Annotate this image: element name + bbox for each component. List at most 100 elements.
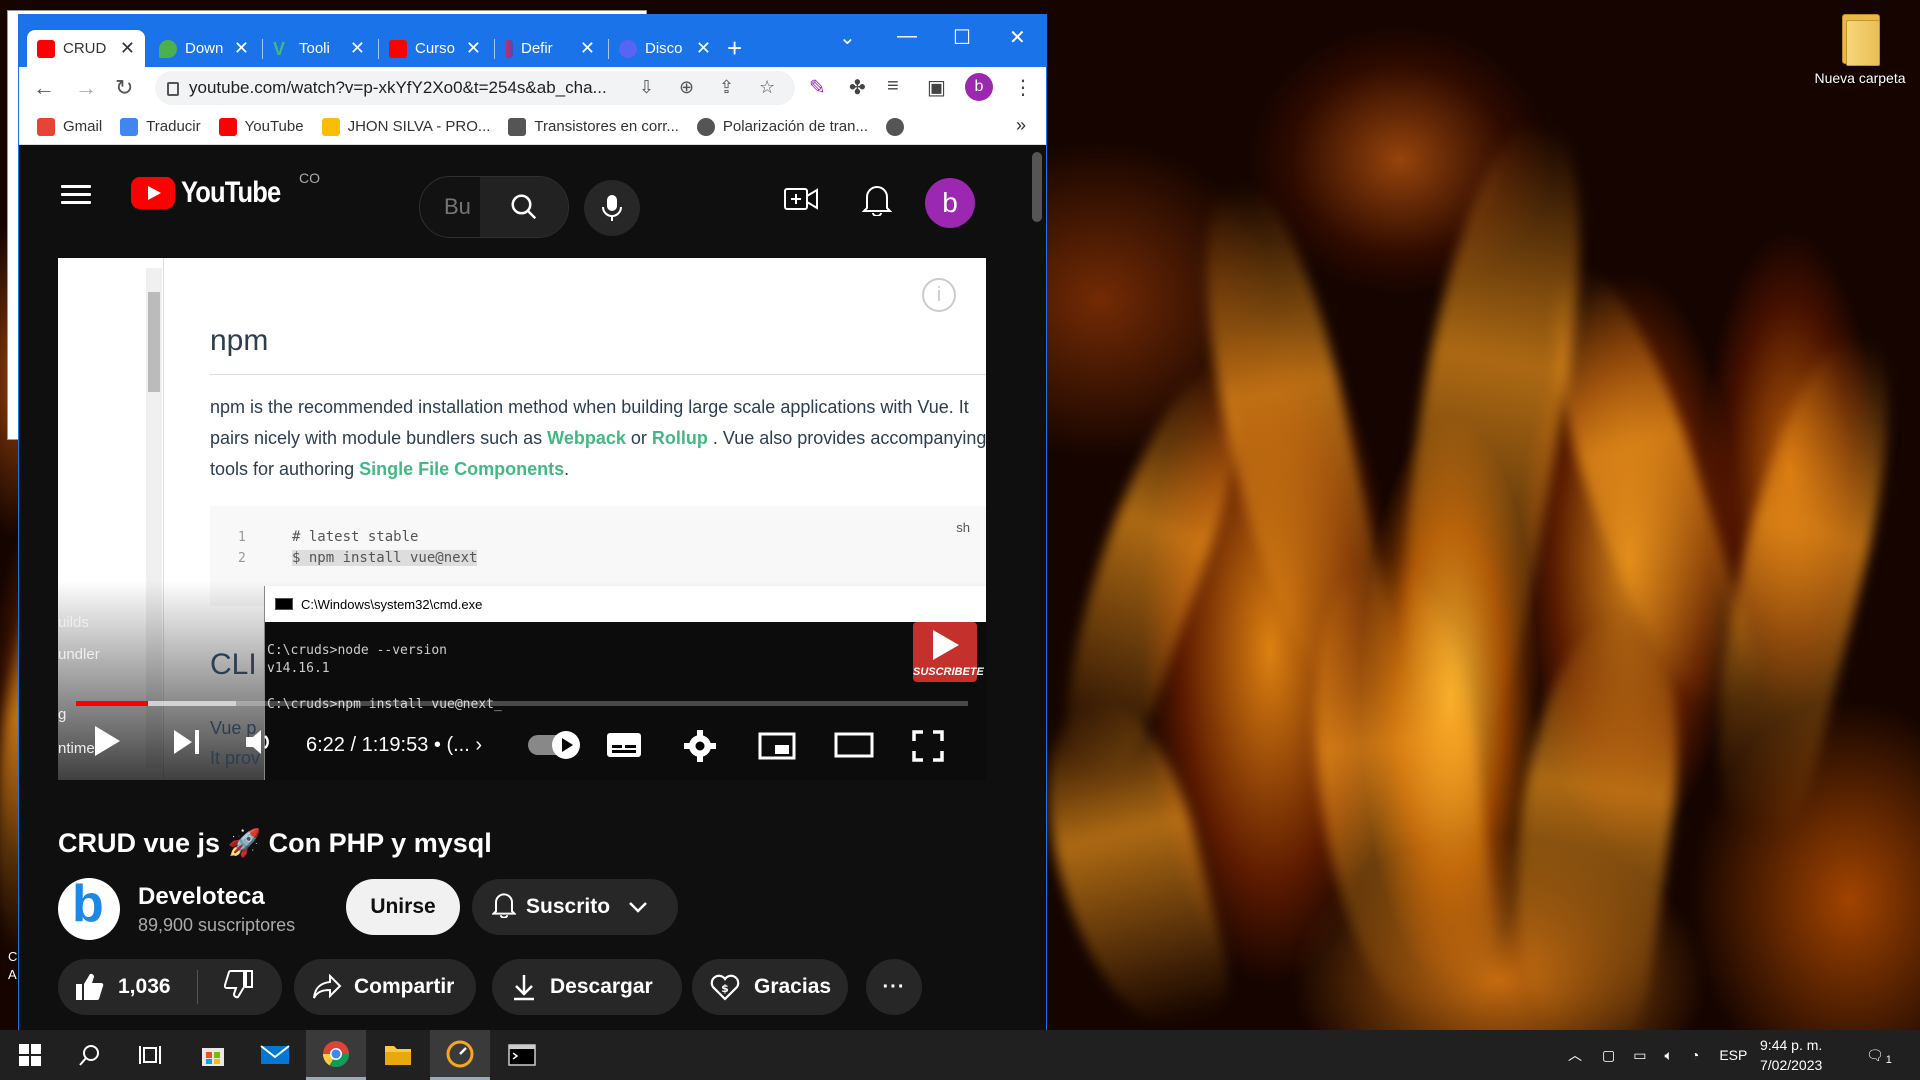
taskbar-mail[interactable] [245,1030,305,1080]
install-icon[interactable]: ⇩ [639,77,654,98]
subscribed-label: Suscrito [526,895,611,918]
video-progress-bar[interactable] [76,701,968,706]
store-icon [202,1048,224,1066]
join-button[interactable]: Unirse [346,879,460,935]
bookmark-traducir[interactable]: Traducir [120,117,201,136]
channel-name[interactable]: Develoteca [138,883,295,911]
search-input[interactable] [420,177,480,237]
bookmark-jhon-silva[interactable]: JHON SILVA - PRO... [321,117,490,136]
sidebar-fragment: uilds [58,614,89,631]
more-actions-button[interactable]: ··· [866,959,922,1015]
page-scrollbar[interactable] [1032,152,1042,222]
voice-search-button[interactable] [584,180,640,236]
close-tab-icon[interactable]: ✕ [580,38,595,59]
clock[interactable]: 9:44 p. m. 7/02/2023 [1760,1035,1822,1075]
download-button[interactable]: Descargar [492,959,682,1015]
new-tab-button[interactable]: + [727,35,742,61]
autoplay-toggle[interactable] [528,731,580,759]
volume-icon[interactable]: 🔈︎ [1664,1047,1672,1064]
close-tab-icon[interactable]: ✕ [696,38,711,59]
extension-pen-icon[interactable]: ✎ [809,75,826,100]
bookmark-polarizacion[interactable]: Polarización de tran... [696,117,868,136]
close-tab-icon[interactable]: ✕ [350,38,365,59]
settings-button[interactable]: HD [684,730,716,767]
extensions-puzzle-icon[interactable]: ✤ [849,75,866,100]
search-button[interactable] [480,177,568,237]
side-panel-icon[interactable]: ▣ [927,75,946,100]
maximize-button[interactable]: ☐ [953,25,971,50]
taskbar-app-orange[interactable] [430,1030,490,1080]
youtube-logo[interactable]: YouTube CO [131,170,320,210]
bookmark-globe[interactable] [885,117,904,136]
meet-now-icon[interactable]: ▢ [1602,1047,1615,1064]
notifications-bell-icon[interactable] [861,182,893,221]
chapter-text[interactable]: • (... [434,734,470,756]
search-button[interactable] [60,1030,120,1080]
play-button[interactable] [92,724,122,763]
close-window-button[interactable]: ✕ [1009,25,1026,50]
info-icon[interactable]: i [922,278,956,312]
fullscreen-button[interactable] [912,730,944,767]
tab-disco[interactable]: Disco ✕ [609,30,721,67]
theater-mode-button[interactable] [834,732,874,763]
minimize-button[interactable]: — [897,25,917,48]
volume-button[interactable] [244,728,274,761]
tab-search-icon[interactable]: ⌄ [839,25,856,50]
reload-icon[interactable]: ↻ [115,75,133,101]
menu-kebab-icon[interactable]: ⋮ [1013,75,1033,100]
subscribe-badge[interactable]: SUSCRIBETE [913,622,984,682]
bookmark-transistores[interactable]: Transistores en corr... [508,117,679,136]
next-button[interactable] [172,728,202,761]
notification-center-button[interactable]: 🗨︎ 1 [1866,1030,1892,1080]
taskbar-chrome[interactable] [306,1030,366,1080]
network-icon[interactable]: ◔ [1691,1047,1699,1063]
start-button[interactable] [0,1030,60,1080]
like-button[interactable]: 1,036 [74,972,171,1002]
tab-defir[interactable]: Defir ✕ [495,30,605,67]
subscribed-button[interactable]: Suscrito [472,879,678,935]
taskbar-cmd[interactable] [492,1030,552,1080]
youtube-page: YouTube CO b npm npm is the recom [19,146,1046,1030]
close-tab-icon[interactable]: ✕ [234,38,249,59]
thanks-button[interactable]: $ Gracias [692,959,848,1015]
task-view-button[interactable] [120,1030,180,1080]
tab-crud[interactable]: CRUD ✕ [27,30,145,67]
miniplayer-button[interactable] [758,732,796,765]
media-queue-icon[interactable]: ≡ [887,75,899,98]
desktop-folder-nueva-carpeta[interactable]: Nueva carpeta [1800,8,1920,88]
bookmark-gmail[interactable]: Gmail [37,117,102,136]
zoom-icon[interactable]: ⊕ [679,77,694,98]
create-video-icon[interactable] [784,186,818,217]
tab-tooli[interactable]: V Tooli ✕ [263,30,375,67]
account-avatar[interactable]: b [925,178,975,228]
profile-avatar[interactable]: b [965,73,993,101]
channel-avatar[interactable] [58,874,120,940]
bookmark-star-icon[interactable]: ☆ [759,77,775,98]
docs-paragraph: npm is the recommended installation meth… [210,397,986,479]
bookmarks-overflow-button[interactable]: » [1016,115,1026,136]
battery-icon[interactable]: ▭ [1633,1047,1646,1064]
menu-hamburger-icon[interactable] [61,180,91,209]
taskbar-store[interactable] [183,1030,243,1080]
back-icon[interactable]: ← [33,75,55,101]
close-tab-icon[interactable]: ✕ [466,38,481,59]
chapter-chevron-icon[interactable]: › [475,734,482,756]
url-text[interactable]: youtube.com/watch?v=p-xkYfY2Xo0&t=254s&a… [189,78,607,98]
folder-icon [321,117,340,136]
show-hidden-icons[interactable]: ︿ [1568,1045,1582,1065]
tab-down[interactable]: Down ✕ [149,30,259,67]
forward-icon[interactable]: → [75,75,97,101]
video-player[interactable]: npm npm is the recommended installation … [58,258,986,780]
subtitles-button[interactable] [606,732,642,763]
dislike-button[interactable] [223,969,254,1005]
address-bar[interactable]: youtube.com/watch?v=p-xkYfY2Xo0&t=254s&a… [155,71,795,105]
language-indicator[interactable]: ESP [1719,1047,1747,1063]
close-tab-icon[interactable]: ✕ [120,38,135,59]
folder-icon [385,1046,411,1065]
share-button[interactable]: Compartir [294,959,476,1015]
subscriber-count: 89,900 suscriptores [138,914,296,935]
share-icon[interactable]: ⇪ [719,77,734,98]
bookmark-youtube[interactable]: YouTube [218,117,304,136]
taskbar-file-explorer[interactable] [368,1030,428,1080]
tab-curso[interactable]: Curso ✕ [379,30,491,67]
